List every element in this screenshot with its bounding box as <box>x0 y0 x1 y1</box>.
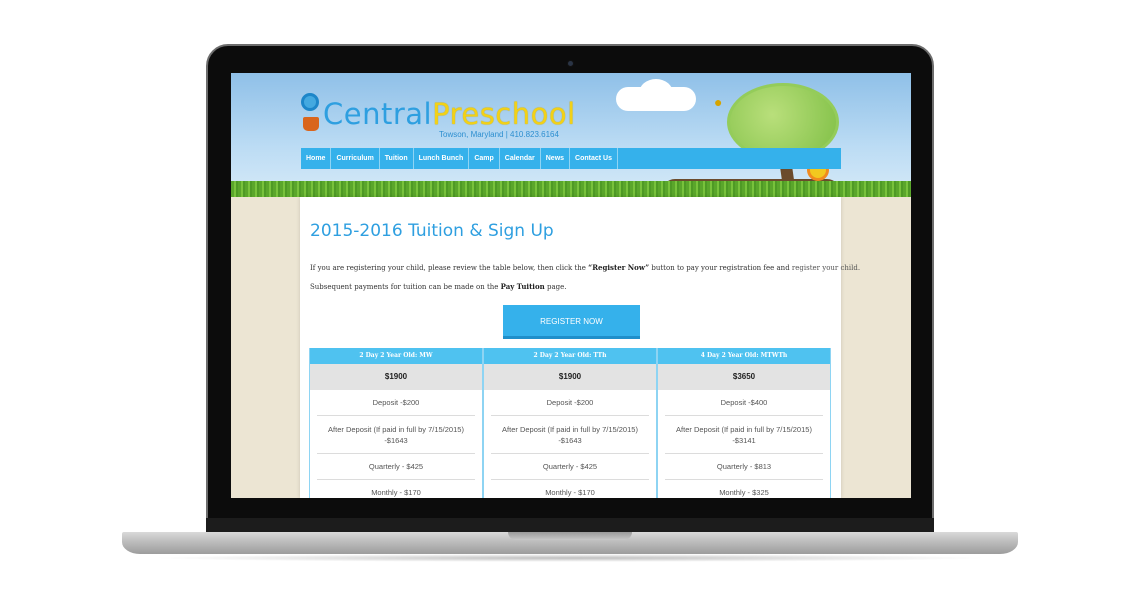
deposit-cell: Deposit -$200 <box>491 390 649 416</box>
column-header: 2 Day 2 Year Old: TTh <box>484 348 656 364</box>
camera-icon <box>567 60 574 67</box>
payments-text: Subsequent payments for tuition can be m… <box>310 283 501 291</box>
quarterly-cell: Quarterly - $425 <box>491 454 649 480</box>
logo-central: Central <box>323 97 433 131</box>
intro-text: If you are registering your child, pleas… <box>310 264 589 272</box>
register-now-button[interactable]: REGISTER NOW <box>503 305 640 339</box>
nav-tuition[interactable]: Tuition <box>380 148 414 169</box>
bee-icon: ● <box>714 94 723 110</box>
column-price: $3650 <box>658 364 830 390</box>
deposit-cell: Deposit -$400 <box>665 390 823 416</box>
column-header: 4 Day 2 Year Old: MTWTh <box>658 348 830 364</box>
pay-tuition-link[interactable]: Pay Tuition <box>501 282 545 291</box>
monthly-cell: Monthly - $170 <box>491 480 649 498</box>
flower-pot-logo-icon[interactable] <box>301 93 323 133</box>
after-deposit-amount: -$1643 <box>558 436 582 445</box>
quarterly-cell: Quarterly - $425 <box>317 454 475 480</box>
payments-paragraph: Subsequent payments for tuition can be m… <box>310 282 566 291</box>
after-deposit-label: After Deposit (If paid in full by 7/15/2… <box>502 425 638 434</box>
laptop-notch <box>508 532 632 540</box>
quarterly-cell: Quarterly - $813 <box>665 454 823 480</box>
nav-home[interactable]: Home <box>301 148 332 169</box>
after-deposit-label: After Deposit (If paid in full by 7/15/2… <box>328 425 464 434</box>
intro-text-2: button to pay your registration fee and <box>649 264 792 272</box>
page-title: 2015-2016 Tuition & Sign Up <box>310 221 554 241</box>
after-deposit-cell: After Deposit (If paid in full by 7/15/2… <box>317 416 475 454</box>
column-header: 2 Day 2 Year Old: MW <box>310 348 482 364</box>
nav-news[interactable]: News <box>541 148 571 169</box>
intro-bold: “Register Now” <box>588 263 650 272</box>
nav-camp[interactable]: Camp <box>469 148 500 169</box>
register-child-link[interactable]: register your child. <box>792 264 860 272</box>
payments-text-2: page. <box>544 283 567 291</box>
after-deposit-amount: -$1643 <box>384 436 408 445</box>
after-deposit-cell: After Deposit (If paid in full by 7/15/2… <box>491 416 649 454</box>
main-content: 2015-2016 Tuition & Sign Up If you are r… <box>300 197 860 498</box>
column-price: $1900 <box>310 364 482 390</box>
nav-contact-us[interactable]: Contact Us <box>570 148 618 169</box>
tuition-column-tth: 2 Day 2 Year Old: TTh $1900 Deposit -$20… <box>483 348 657 498</box>
browser-screen: ● CentralPreschool Towson, Maryland | 41… <box>231 73 911 498</box>
site-tagline: Towson, Maryland | 410.823.6164 <box>439 130 559 139</box>
intro-paragraph: If you are registering your child, pleas… <box>310 263 860 272</box>
column-price: $1900 <box>484 364 656 390</box>
main-nav: Home Curriculum Tuition Lunch Bunch Camp… <box>301 148 841 169</box>
nav-lunch-bunch[interactable]: Lunch Bunch <box>414 148 470 169</box>
tuition-table: 2 Day 2 Year Old: MW $1900 Deposit -$200… <box>309 348 832 498</box>
grass-strip <box>231 181 911 197</box>
deposit-cell: Deposit -$200 <box>317 390 475 416</box>
tuition-column-mtwth: 4 Day 2 Year Old: MTWTh $3650 Deposit -$… <box>657 348 831 498</box>
nav-calendar[interactable]: Calendar <box>500 148 541 169</box>
monthly-cell: Monthly - $170 <box>317 480 475 498</box>
cloud-icon <box>639 79 673 107</box>
laptop-shadow <box>150 554 990 562</box>
site-logo[interactable]: CentralPreschool <box>323 97 576 131</box>
after-deposit-label: After Deposit (If paid in full by 7/15/2… <box>676 425 812 434</box>
logo-preschool: Preschool <box>432 97 576 131</box>
nav-curriculum[interactable]: Curriculum <box>331 148 380 169</box>
site-header: ● CentralPreschool Towson, Maryland | 41… <box>231 73 911 197</box>
after-deposit-amount: -$3141 <box>732 436 756 445</box>
monthly-cell: Monthly - $325 <box>665 480 823 498</box>
tuition-column-mw: 2 Day 2 Year Old: MW $1900 Deposit -$200… <box>309 348 483 498</box>
after-deposit-cell: After Deposit (If paid in full by 7/15/2… <box>665 416 823 454</box>
